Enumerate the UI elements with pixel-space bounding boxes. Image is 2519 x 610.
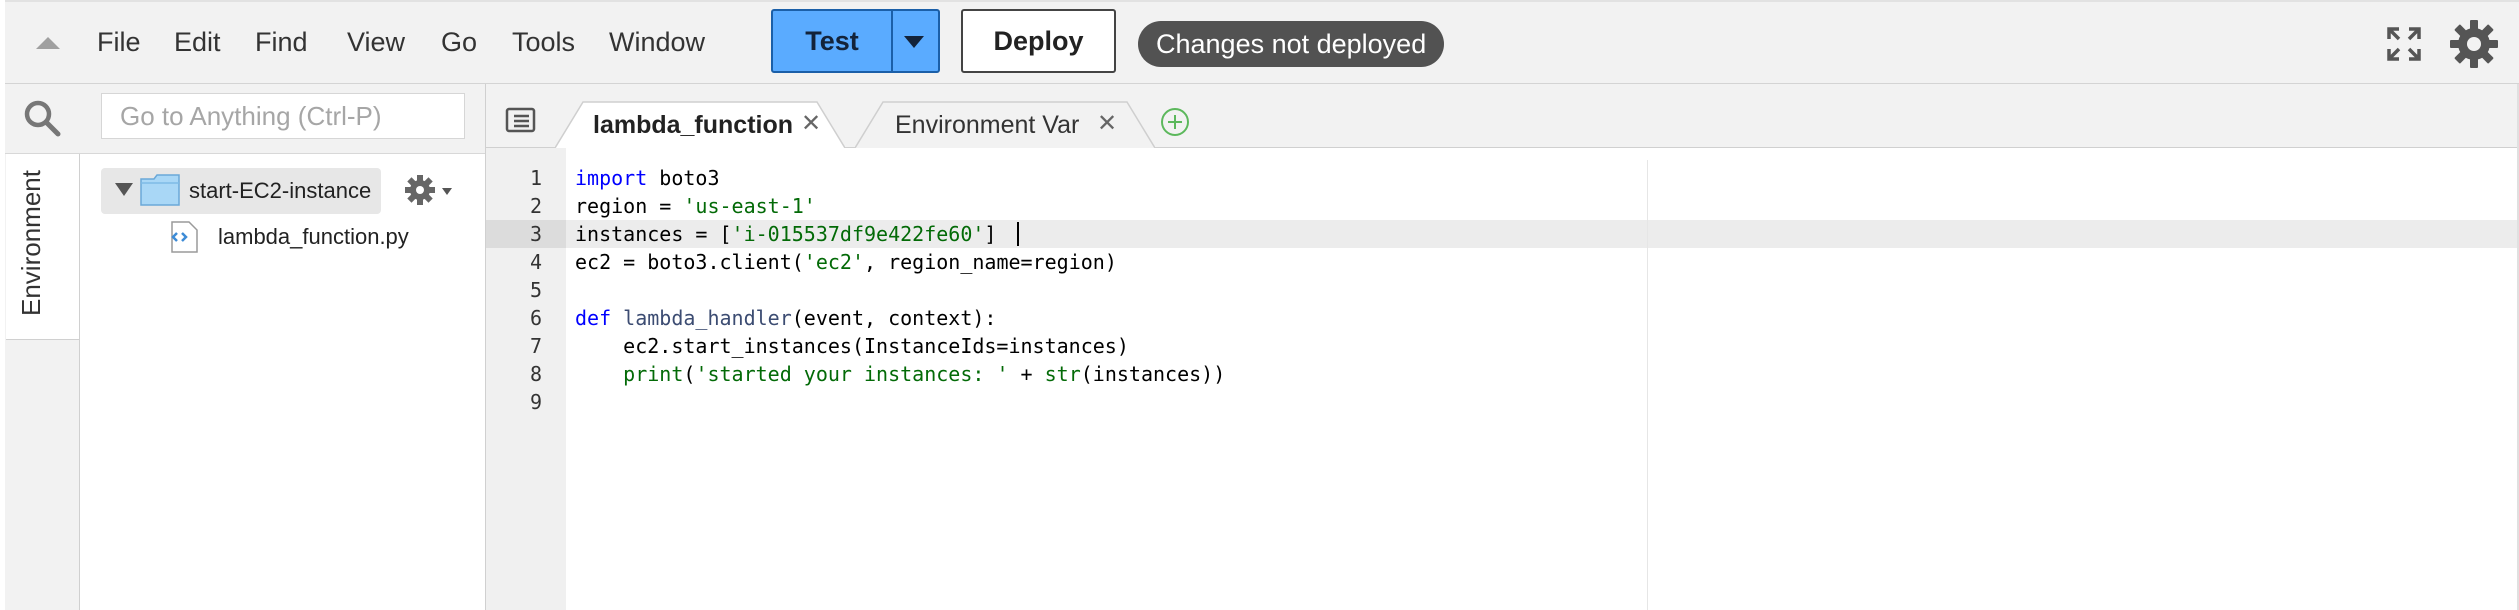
test-dropdown-icon[interactable] xyxy=(904,36,924,48)
close-icon[interactable]: ✕ xyxy=(801,109,821,138)
file-name[interactable]: lambda_function.py xyxy=(218,224,409,250)
go-to-anything-input[interactable] xyxy=(101,93,465,139)
line-number: 8 xyxy=(529,362,542,386)
menu-edit[interactable]: Edit xyxy=(174,27,221,58)
code-line[interactable]: instances = ['i-015537df9e422fe60'] xyxy=(575,220,996,248)
menu-find[interactable]: Find xyxy=(255,27,308,58)
print-margin xyxy=(1647,160,1648,610)
python-file-icon xyxy=(171,221,198,253)
expand-caret-icon[interactable] xyxy=(115,183,133,196)
menu-tools[interactable]: Tools xyxy=(512,27,575,58)
folder-icon xyxy=(140,174,180,206)
line-number: 4 xyxy=(529,250,542,274)
line-number: 3 xyxy=(529,222,542,246)
tab-lambda-function[interactable]: lambda_function ✕ xyxy=(555,100,845,148)
line-number: 1 xyxy=(529,166,542,190)
menu-file[interactable]: File xyxy=(97,27,141,58)
menu-view[interactable]: View xyxy=(347,27,405,58)
test-button-divider xyxy=(891,11,893,71)
tab-environment-label[interactable]: Environment xyxy=(16,170,47,316)
code-line[interactable]: import boto3 xyxy=(575,164,720,192)
test-button-label[interactable]: Test xyxy=(773,11,891,71)
close-icon[interactable]: ✕ xyxy=(1097,109,1117,138)
collapse-caret-icon[interactable] xyxy=(36,37,60,49)
line-number: 2 xyxy=(529,194,542,218)
code-line[interactable]: print('started your instances: ' + str(i… xyxy=(575,360,1225,388)
add-tab-icon[interactable] xyxy=(1159,106,1191,138)
tab-environment-variables[interactable]: Environment Var ✕ xyxy=(855,100,1155,148)
folder-settings-icon[interactable] xyxy=(404,174,436,206)
code-line[interactable]: ec2 = boto3.client('ec2', region_name=re… xyxy=(575,248,1117,276)
line-number: 9 xyxy=(529,390,542,414)
code-line[interactable]: def lambda_handler(event, context): xyxy=(575,304,996,332)
menu-window[interactable]: Window xyxy=(609,27,705,58)
gear-icon[interactable] xyxy=(2448,18,2500,70)
line-number: 7 xyxy=(529,334,542,358)
gutter xyxy=(486,148,566,160)
fullscreen-icon[interactable] xyxy=(2386,26,2422,62)
test-button[interactable]: Test xyxy=(771,9,940,73)
code-line[interactable]: ec2.start_instances(InstanceIds=instance… xyxy=(575,332,1129,360)
text-cursor xyxy=(1017,222,1019,246)
search-icon[interactable] xyxy=(22,98,62,138)
menu-go[interactable]: Go xyxy=(441,27,477,58)
tab-list-icon[interactable] xyxy=(505,106,537,134)
folder-name[interactable]: start-EC2-instance xyxy=(189,178,371,204)
deploy-button[interactable]: Deploy xyxy=(961,9,1116,73)
code-line[interactable]: region = 'us-east-1' xyxy=(575,192,816,220)
tab-label[interactable]: lambda_function xyxy=(593,111,803,140)
folder-settings-caret-icon[interactable] xyxy=(442,188,452,195)
line-number: 6 xyxy=(529,306,542,330)
line-number: 5 xyxy=(529,278,542,302)
tab-label[interactable]: Environment Var xyxy=(895,111,1091,140)
status-badge: Changes not deployed xyxy=(1138,21,1445,67)
